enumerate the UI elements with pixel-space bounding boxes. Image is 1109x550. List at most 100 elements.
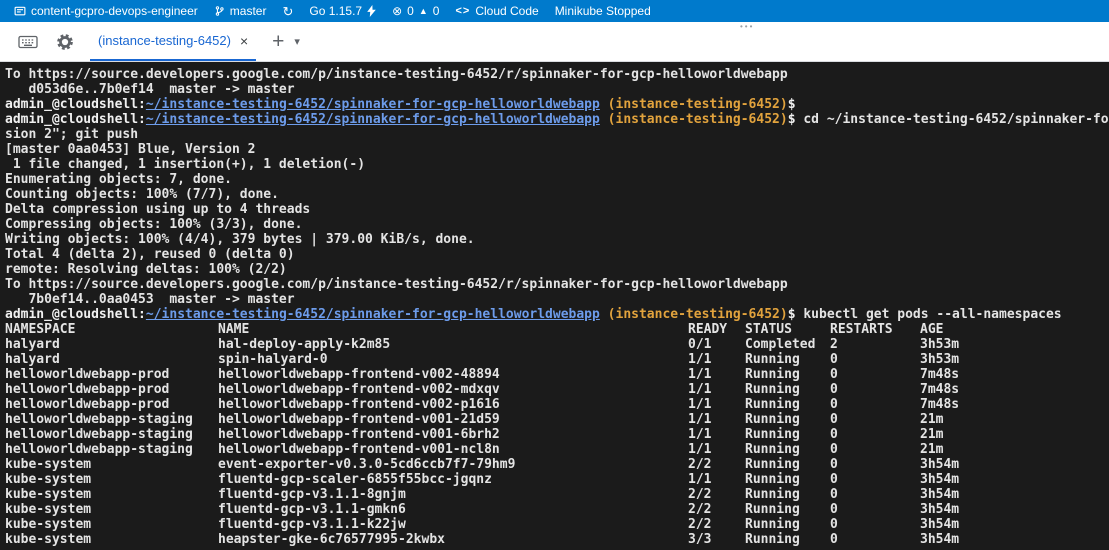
pod-cell: Running [745, 517, 830, 532]
keyboard-icon[interactable] [18, 34, 38, 50]
chevron-down-icon[interactable]: ▾ [294, 35, 300, 48]
prompt-path-link[interactable]: ~/instance-testing-6452/spinnaker-for-gc… [146, 97, 600, 112]
go-version-label: Go 1.15.7 [309, 4, 362, 18]
pod-cell: 0 [830, 352, 920, 367]
pod-cell: Running [745, 352, 830, 367]
pods-header-cell: NAMESPACE [5, 322, 218, 337]
pod-row: halyardhal-deploy-apply-k2m850/1Complete… [5, 337, 1109, 352]
pod-cell: 0 [830, 442, 920, 457]
statusbar-cloud-code[interactable]: <> Cloud Code [447, 0, 546, 22]
pod-cell: helloworldwebapp-frontend-v001-6brh2 [218, 427, 688, 442]
more-options[interactable]: ••• [740, 22, 754, 31]
project-name: content-gcpro-devops-engineer [31, 4, 198, 18]
pod-cell: helloworldwebapp-frontend-v002-p1616 [218, 397, 688, 412]
pod-cell: Running [745, 532, 830, 547]
pod-row: helloworldwebapp-staginghelloworldwebapp… [5, 412, 1109, 427]
statusbar-problems[interactable]: ⊗ 0 ▲ 0 [384, 0, 447, 22]
pod-cell: 0 [830, 397, 920, 412]
project-icon [14, 5, 26, 17]
pod-cell: 3h54m [920, 487, 1109, 502]
prompt-dollar: $ [788, 97, 796, 112]
pod-cell: Running [745, 487, 830, 502]
pod-cell: kube-system [5, 472, 218, 487]
pod-cell: 3h53m [920, 352, 1109, 367]
pod-cell: Running [745, 397, 830, 412]
prompt-dollar: $ [788, 307, 796, 322]
prompt-command: kubectl get pods --all-namespaces [796, 307, 1062, 322]
minikube-status-label: Minikube Stopped [555, 4, 651, 18]
pod-cell: 3h53m [920, 337, 1109, 352]
pod-cell: helloworldwebapp-staging [5, 412, 218, 427]
pod-cell: helloworldwebapp-staging [5, 442, 218, 457]
pod-cell: 3/3 [688, 532, 745, 547]
pod-cell: 1/1 [688, 442, 745, 457]
tab-label: (instance-testing-6452) [98, 33, 231, 48]
pod-cell: 1/1 [688, 472, 745, 487]
pod-row: helloworldwebapp-staginghelloworldwebapp… [5, 442, 1109, 457]
pod-cell: 3h54m [920, 532, 1109, 547]
pod-cell: 7m48s [920, 397, 1109, 412]
pod-cell: 0 [830, 457, 920, 472]
terminal-tab[interactable]: (instance-testing-6452) × [90, 22, 256, 61]
prompt-path-link[interactable]: ~/instance-testing-6452/spinnaker-for-gc… [146, 307, 600, 322]
prompt-project: (instance-testing-6452) [600, 307, 788, 322]
terminal-line: admin_@cloudshell:~/instance-testing-645… [5, 112, 1109, 127]
statusbar-git-branch[interactable]: master [206, 0, 275, 22]
pod-cell: 3h54m [920, 457, 1109, 472]
prompt-dollar: $ [788, 112, 796, 127]
terminal-line: 1 file changed, 1 insertion(+), 1 deleti… [5, 157, 1109, 172]
pod-cell: 1/1 [688, 382, 745, 397]
statusbar-project[interactable]: content-gcpro-devops-engineer [6, 0, 206, 22]
pod-cell: 0 [830, 472, 920, 487]
pod-cell: Running [745, 382, 830, 397]
pod-cell: 0 [830, 367, 920, 382]
terminal-output[interactable]: To https://source.developers.google.com/… [0, 62, 1109, 550]
pod-cell: Running [745, 502, 830, 517]
pod-cell: Running [745, 427, 830, 442]
terminal-tab-bar: (instance-testing-6452) × + ▾ ••• [0, 22, 1109, 62]
prompt-path-link[interactable]: ~/instance-testing-6452/spinnaker-for-gc… [146, 112, 600, 127]
pod-row: helloworldwebapp-staginghelloworldwebapp… [5, 427, 1109, 442]
pod-cell: fluentd-gcp-v3.1.1-k22jw [218, 517, 688, 532]
prompt-user: admin_@cloudshell: [5, 112, 146, 127]
pods-header-cell: AGE [920, 322, 1109, 337]
pod-cell: 2 [830, 337, 920, 352]
pod-cell: heapster-gke-6c76577995-2kwbx [218, 532, 688, 547]
pod-cell: 0 [830, 382, 920, 397]
pod-cell: 0 [830, 517, 920, 532]
pods-header-cell: RESTARTS [830, 322, 920, 337]
branch-name: master [230, 4, 267, 18]
pod-cell: Running [745, 472, 830, 487]
pod-row: kube-systemheapster-gke-6c76577995-2kwbx… [5, 532, 1109, 547]
pod-cell: Running [745, 412, 830, 427]
pod-cell: fluentd-gcp-scaler-6855f55bcc-jgqnz [218, 472, 688, 487]
pod-cell: spin-halyard-0 [218, 352, 688, 367]
gear-icon[interactable] [56, 33, 74, 51]
prompt-command: cd ~/instance-testing-6452/spinnaker-for [796, 112, 1109, 127]
pod-cell: 1/1 [688, 427, 745, 442]
pods-header-cell: READY [688, 322, 745, 337]
pod-cell: 3h54m [920, 472, 1109, 487]
statusbar-minikube[interactable]: Minikube Stopped [547, 0, 659, 22]
pod-cell: halyard [5, 352, 218, 367]
code-brackets-icon: <> [455, 6, 470, 17]
pod-cell: 2/2 [688, 502, 745, 517]
pods-header-cell: STATUS [745, 322, 830, 337]
statusbar-sync[interactable]: ↻ [274, 0, 301, 22]
pod-cell: 21m [920, 412, 1109, 427]
terminal-line: 7b0ef14..0aa0453 master -> master [5, 292, 1109, 307]
pod-cell: helloworldwebapp-frontend-v002-48894 [218, 367, 688, 382]
terminal-line: [master 0aa0453] Blue, Version 2 [5, 142, 1109, 157]
pod-cell: kube-system [5, 532, 218, 547]
pod-cell: 1/1 [688, 412, 745, 427]
terminal-line: Counting objects: 100% (7/7), done. [5, 187, 1109, 202]
terminal-line: To https://source.developers.google.com/… [5, 277, 1109, 292]
pod-cell: helloworldwebapp-prod [5, 382, 218, 397]
pod-row: halyardspin-halyard-01/1Running03h53m [5, 352, 1109, 367]
statusbar-go-version[interactable]: Go 1.15.7 [301, 0, 384, 22]
new-tab-button[interactable]: + [272, 31, 284, 52]
cloud-shell-window: content-gcpro-devops-engineer master ↻ G… [0, 0, 1109, 550]
prompt-project: (instance-testing-6452) [600, 97, 788, 112]
close-icon[interactable]: × [240, 33, 248, 49]
pod-cell: 0 [830, 487, 920, 502]
